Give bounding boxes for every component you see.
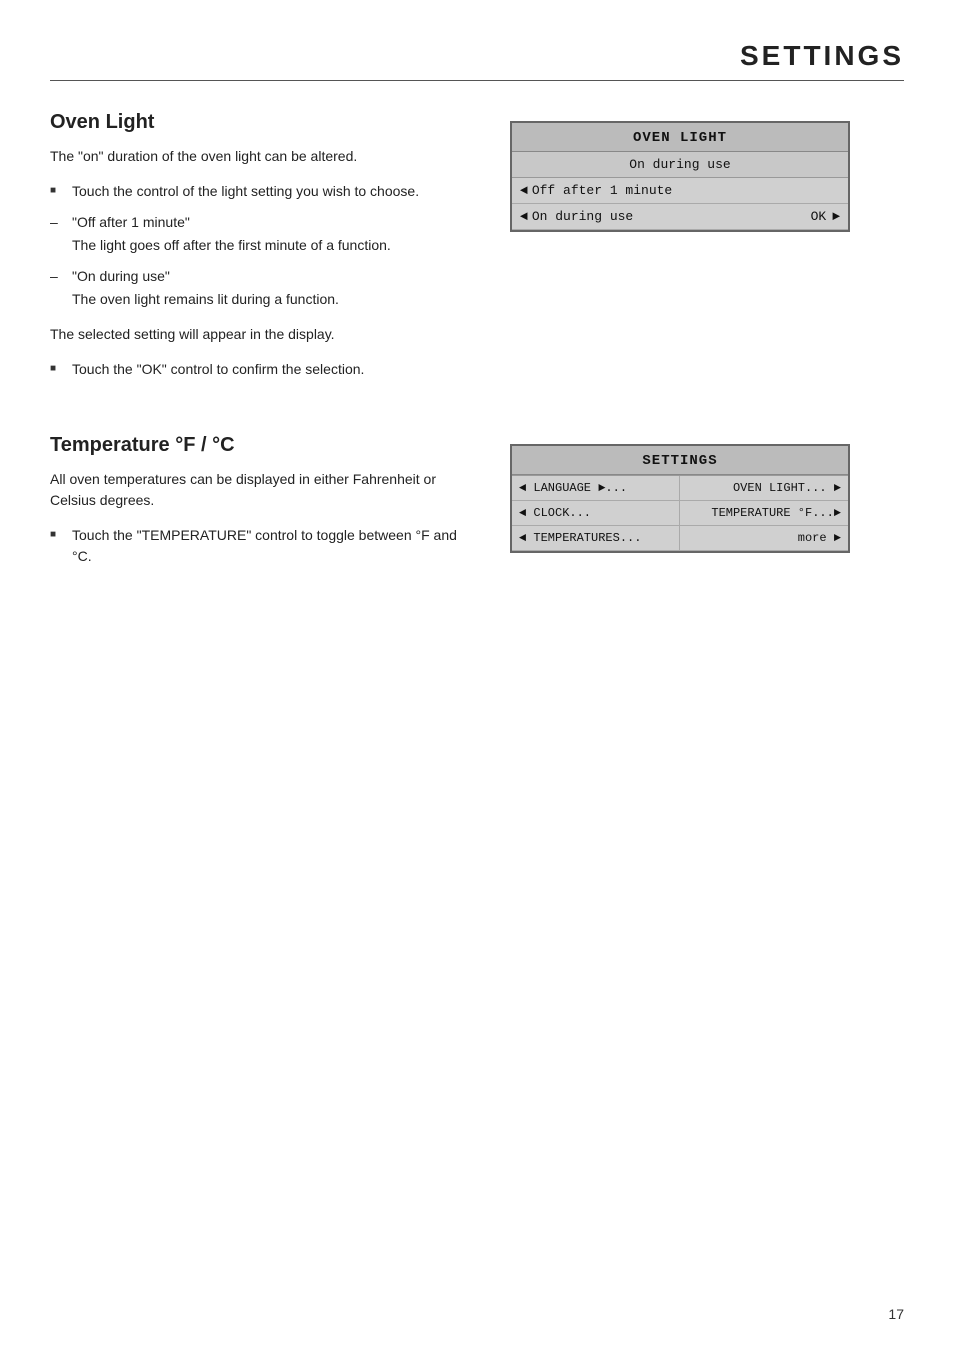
oven-light-after-text: The selected setting will appear in the … [50, 324, 480, 345]
page-header: SETTINGS [50, 40, 904, 81]
left-arrow-icon: ◄ [520, 183, 528, 198]
oven-light-title: Oven Light [50, 111, 480, 134]
settings-cell-language[interactable]: ◄ LANGUAGE ►... [512, 476, 680, 501]
settings-cell-oven-light[interactable]: OVEN LIGHT... ► [680, 476, 848, 501]
section-temperature: Temperature °F / °C All oven temperature… [50, 434, 904, 581]
oven-light-lcd: OVEN LIGHT On during use ◄ Off after 1 m… [510, 121, 850, 232]
page-title: SETTINGS [740, 40, 904, 72]
lcd-row-off-label: Off after 1 minute [532, 183, 840, 198]
temperature-desc: All oven temperatures can be displayed i… [50, 469, 480, 511]
page-number: 17 [888, 1306, 904, 1322]
page: SETTINGS Oven Light The "on" duration of… [0, 0, 954, 1352]
temperature-title: Temperature °F / °C [50, 434, 480, 457]
oven-light-display-area: OVEN LIGHT On during use ◄ Off after 1 m… [510, 111, 870, 394]
lcd-ok-label[interactable]: OK [811, 209, 827, 224]
settings-lcd-header: SETTINGS [512, 446, 848, 475]
lcd-oven-light-subheader: On during use [512, 152, 848, 178]
settings-lcd: SETTINGS ◄ LANGUAGE ►... OVEN LIGHT... ►… [510, 444, 850, 553]
bullet-off-after: "Off after 1 minute" The light goes off … [50, 212, 480, 256]
oven-light-bullets: Touch the control of the light setting y… [50, 181, 480, 310]
temperature-content: Temperature °F / °C All oven temperature… [50, 434, 480, 581]
section-oven-light: Oven Light The "on" duration of the oven… [50, 111, 904, 394]
lcd-oven-light-header: OVEN LIGHT [512, 123, 848, 152]
settings-lcd-grid: ◄ LANGUAGE ►... OVEN LIGHT... ► ◄ CLOCK.… [512, 475, 848, 551]
lcd-row-off-after[interactable]: ◄ Off after 1 minute [512, 178, 848, 204]
oven-light-content: Oven Light The "on" duration of the oven… [50, 111, 480, 394]
lcd-ok-side: OK ► [811, 209, 840, 224]
oven-light-desc: The "on" duration of the oven light can … [50, 146, 480, 167]
right-arrow-icon: ► [832, 209, 840, 224]
lcd-row-on-label: On during use [532, 209, 811, 224]
settings-cell-more[interactable]: more ► [680, 526, 848, 551]
settings-cell-clock[interactable]: ◄ CLOCK... [512, 501, 680, 526]
bullet-touch-control: Touch the control of the light setting y… [50, 181, 480, 202]
oven-light-bullets2: Touch the "OK" control to confirm the se… [50, 359, 480, 380]
settings-display-area: SETTINGS ◄ LANGUAGE ►... OVEN LIGHT... ►… [510, 434, 870, 581]
left-arrow-icon-2: ◄ [520, 209, 528, 224]
temperature-bullets: Touch the "TEMPERATURE" control to toggl… [50, 525, 480, 567]
settings-cell-temperature[interactable]: TEMPERATURE °F...► [680, 501, 848, 526]
bullet-on-during: "On during use" The oven light remains l… [50, 266, 480, 310]
lcd-row-on-during[interactable]: ◄ On during use OK ► [512, 204, 848, 230]
bullet-touch-temp: Touch the "TEMPERATURE" control to toggl… [50, 525, 480, 567]
bullet-ok-confirm: Touch the "OK" control to confirm the se… [50, 359, 480, 380]
settings-cell-temperatures[interactable]: ◄ TEMPERATURES... [512, 526, 680, 551]
